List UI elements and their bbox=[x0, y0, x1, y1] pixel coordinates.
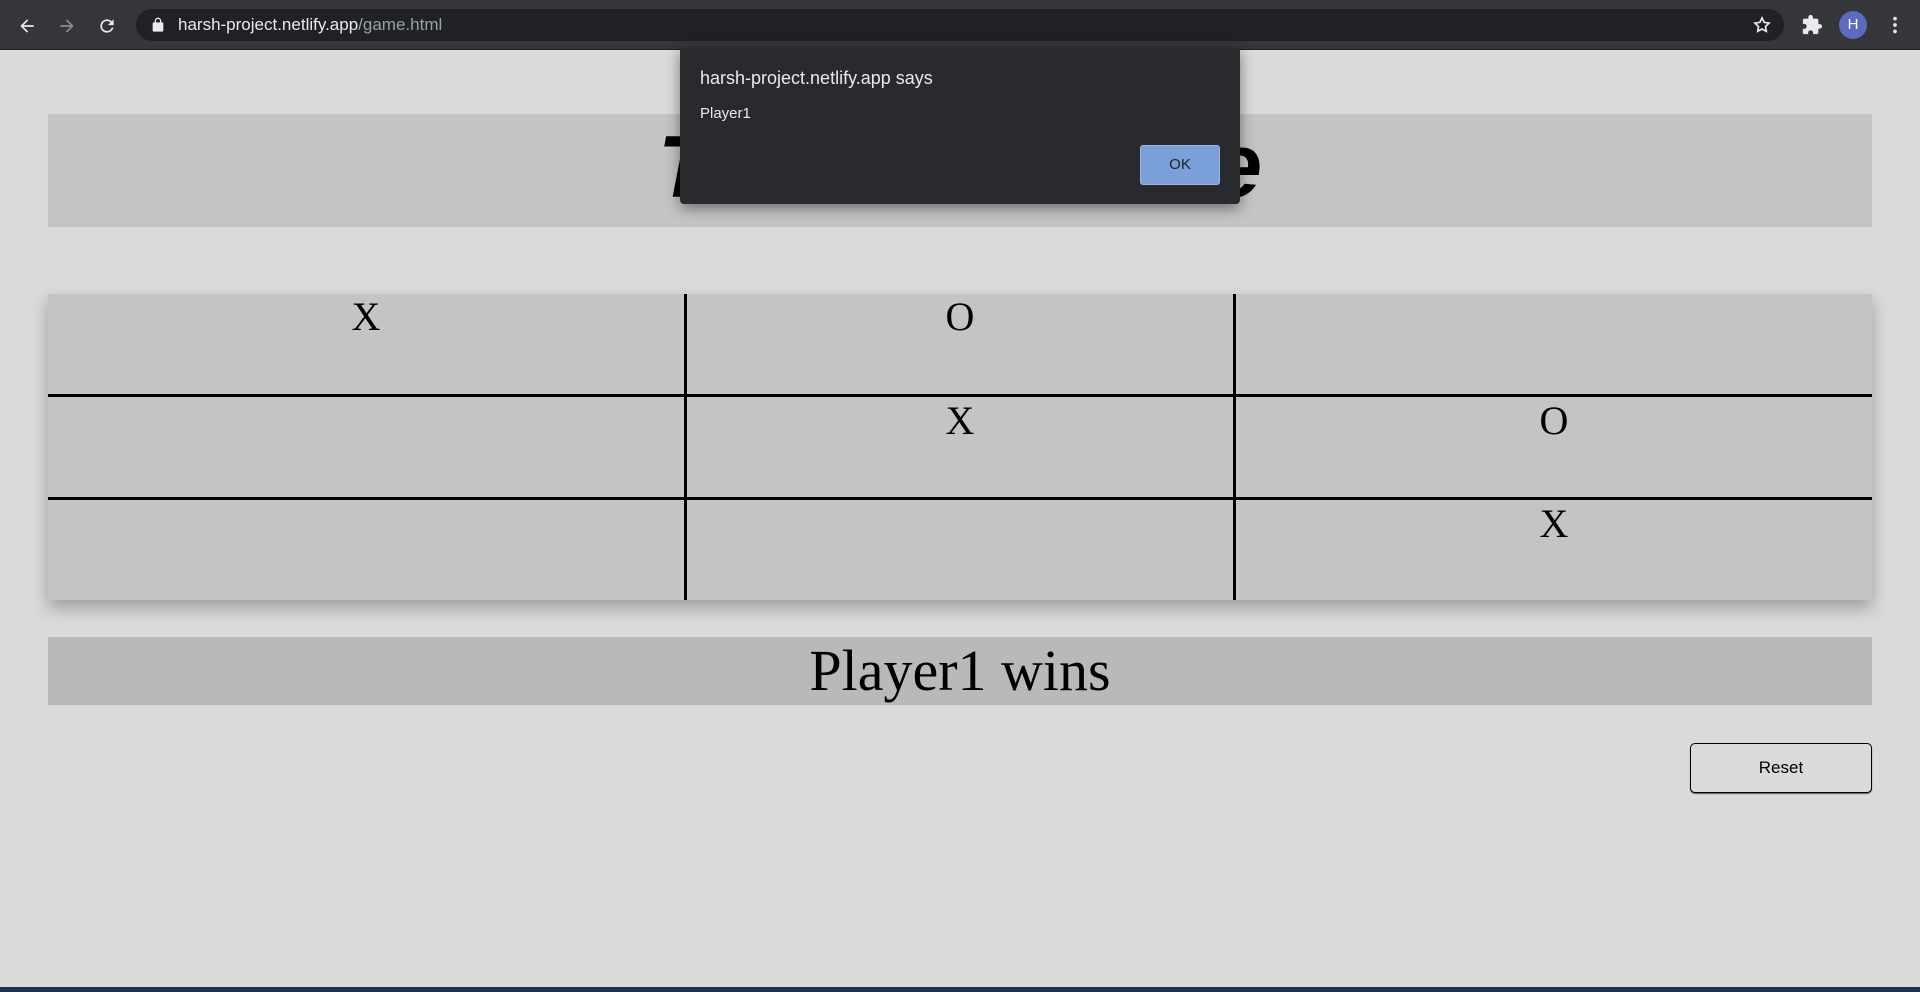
cell-mark: X bbox=[351, 294, 381, 339]
dialog-message: Player1 bbox=[700, 105, 751, 122]
board-cell-2[interactable]: O bbox=[687, 294, 1233, 396]
board-cell-3[interactable] bbox=[1236, 294, 1872, 396]
dialog-title: harsh-project.netlify.app says bbox=[700, 68, 933, 88]
grid-line bbox=[48, 394, 1872, 397]
arrow-left-icon bbox=[20, 19, 34, 33]
ok-button[interactable]: OK bbox=[1140, 145, 1220, 185]
star-icon[interactable] bbox=[1752, 15, 1772, 35]
url-text[interactable]: harsh-project.netlify.app/game.html bbox=[178, 9, 442, 41]
url-host: harsh-project.netlify.app bbox=[178, 15, 359, 34]
back-button[interactable] bbox=[13, 12, 41, 40]
board-cell-9[interactable]: X bbox=[1236, 501, 1872, 600]
reload-icon bbox=[100, 19, 114, 33]
cell-mark: O bbox=[945, 294, 975, 339]
grid-line bbox=[684, 294, 687, 600]
url-path: /game.html bbox=[358, 15, 443, 34]
alert-dialog: harsh-project.netlify.app says Player1 O… bbox=[680, 48, 1240, 204]
reset-button[interactable]: Reset bbox=[1690, 743, 1872, 793]
kebab-menu-icon[interactable] bbox=[1884, 13, 1906, 37]
result-banner: Player1 wins bbox=[48, 637, 1872, 705]
board-cell-1[interactable]: X bbox=[48, 294, 684, 396]
browser-toolbar: harsh-project.netlify.app/game.html H bbox=[0, 0, 1920, 50]
profile-avatar[interactable]: H bbox=[1839, 11, 1867, 39]
board-cell-4[interactable] bbox=[48, 398, 684, 498]
cell-mark: X bbox=[1539, 501, 1569, 546]
puzzle-icon[interactable] bbox=[1801, 14, 1823, 36]
grid-line bbox=[1233, 294, 1236, 600]
arrow-right-icon bbox=[60, 19, 74, 33]
cell-mark: O bbox=[1539, 398, 1569, 443]
cell-mark: X bbox=[945, 398, 975, 443]
lock-icon[interactable] bbox=[150, 17, 166, 33]
board-cell-7[interactable] bbox=[48, 501, 684, 600]
board-cell-6[interactable]: O bbox=[1236, 398, 1872, 498]
reload-button[interactable] bbox=[93, 12, 121, 40]
game-board: X O X O X bbox=[48, 294, 1872, 600]
board-cell-8[interactable] bbox=[687, 501, 1233, 600]
bottom-edge bbox=[0, 987, 1920, 992]
forward-button[interactable] bbox=[53, 12, 81, 40]
grid-line bbox=[48, 497, 1872, 500]
result-text: Player1 wins bbox=[809, 638, 1111, 703]
board-cell-5[interactable]: X bbox=[687, 398, 1233, 498]
address-bar[interactable]: harsh-project.netlify.app/game.html bbox=[136, 9, 1784, 41]
